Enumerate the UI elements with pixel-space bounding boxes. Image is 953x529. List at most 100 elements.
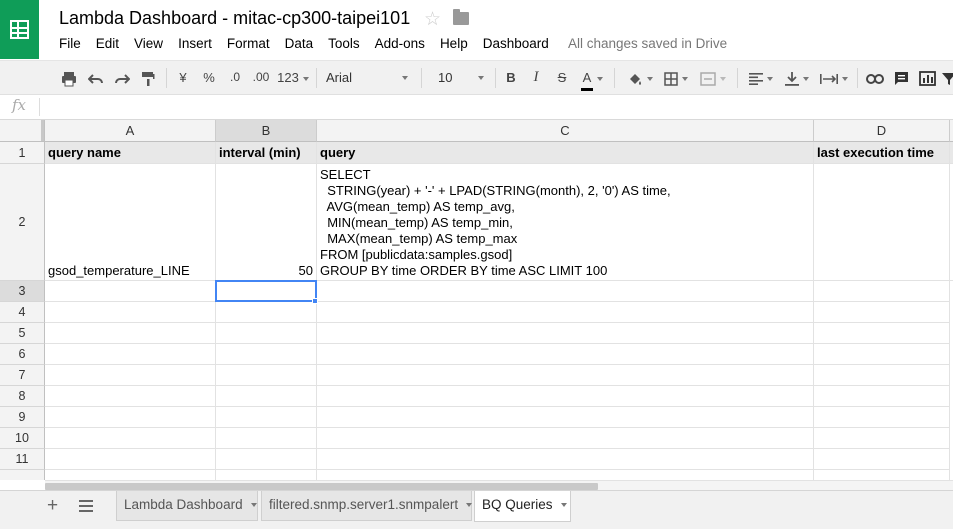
menu-addons[interactable]: Add-ons — [375, 36, 425, 51]
cell-b11[interactable] — [216, 449, 317, 470]
cell-c7[interactable] — [317, 365, 814, 386]
cell-b9[interactable] — [216, 407, 317, 428]
select-all-corner[interactable] — [0, 120, 45, 142]
font-family-dropdown[interactable]: Arial — [326, 61, 412, 94]
menu-help[interactable]: Help — [440, 36, 468, 51]
text-color-button[interactable]: A — [577, 61, 607, 94]
cell-c8[interactable] — [317, 386, 814, 407]
undo-icon[interactable] — [85, 61, 107, 94]
cell-a10[interactable] — [45, 428, 216, 449]
cell-c1[interactable]: query — [317, 142, 814, 164]
column-header-d[interactable]: D — [814, 120, 950, 142]
cell-c9[interactable] — [317, 407, 814, 428]
column-header-b[interactable]: B — [216, 120, 317, 142]
cell-b8[interactable] — [216, 386, 317, 407]
row-header-7[interactable]: 7 — [0, 365, 45, 386]
column-header-a[interactable]: A — [45, 120, 216, 142]
vertical-align-button[interactable] — [781, 61, 813, 94]
text-wrapping-button[interactable] — [816, 61, 852, 94]
cell-d4[interactable] — [814, 302, 950, 323]
cell-c10[interactable] — [317, 428, 814, 449]
chevron-down-icon[interactable] — [560, 503, 567, 508]
menu-data[interactable]: Data — [285, 36, 314, 51]
italic-button[interactable]: I — [527, 61, 545, 94]
cell-d1[interactable]: last execution time — [814, 142, 950, 164]
merge-cells-button[interactable] — [695, 61, 731, 94]
more-formats-dropdown[interactable]: 123 — [276, 61, 310, 94]
cell-d11[interactable] — [814, 449, 950, 470]
percent-button[interactable]: % — [199, 61, 219, 94]
row-header-8[interactable]: 8 — [0, 386, 45, 407]
cell-c2[interactable]: SELECT STRING(year) + '-' + LPAD(STRING(… — [317, 164, 814, 281]
menu-insert[interactable]: Insert — [178, 36, 212, 51]
cell-d10[interactable] — [814, 428, 950, 449]
save-status[interactable]: All changes saved in Drive — [568, 36, 727, 51]
scrollbar-thumb[interactable] — [45, 483, 598, 490]
sheet-tab-filtered-snmp[interactable]: filtered.snmp.server1.snmpalert — [261, 491, 473, 521]
cell-b5[interactable] — [216, 323, 317, 344]
row-header-3[interactable]: 3 — [0, 281, 45, 302]
cell-d3[interactable] — [814, 281, 950, 302]
bold-button[interactable]: B — [502, 61, 520, 94]
row-header-6[interactable]: 6 — [0, 344, 45, 365]
menu-view[interactable]: View — [134, 36, 163, 51]
cell-b2[interactable]: 50 — [216, 164, 317, 281]
row-header-2[interactable]: 2 — [0, 164, 45, 281]
menu-tools[interactable]: Tools — [328, 36, 360, 51]
cell-a5[interactable] — [45, 323, 216, 344]
menu-dashboard[interactable]: Dashboard — [483, 36, 549, 51]
cell-b10[interactable] — [216, 428, 317, 449]
chevron-down-icon[interactable] — [250, 503, 257, 508]
comment-icon[interactable] — [891, 61, 911, 94]
cell-a6[interactable] — [45, 344, 216, 365]
strikethrough-button[interactable]: S — [553, 61, 571, 94]
menu-file[interactable]: File — [59, 36, 81, 51]
document-title[interactable]: Lambda Dashboard - mitac-cp300-taipei101 — [59, 8, 410, 29]
menu-format[interactable]: Format — [227, 36, 270, 51]
cell-d6[interactable] — [814, 344, 950, 365]
cell-c3[interactable] — [317, 281, 814, 302]
print-icon[interactable] — [58, 61, 80, 94]
decrease-decimals-button[interactable]: .0 — [224, 61, 246, 94]
font-size-dropdown[interactable]: 10 — [438, 61, 488, 94]
cell-b1[interactable]: interval (min) — [216, 142, 317, 164]
cell-d2[interactable] — [814, 164, 950, 281]
cell-b12[interactable] — [216, 470, 317, 480]
cell-d5[interactable] — [814, 323, 950, 344]
cell-c4[interactable] — [317, 302, 814, 323]
cell-a1[interactable]: query name — [45, 142, 216, 164]
horizontal-scrollbar[interactable] — [45, 480, 953, 490]
cell-b4[interactable] — [216, 302, 317, 323]
cell-d8[interactable] — [814, 386, 950, 407]
cell-c5[interactable] — [317, 323, 814, 344]
cell-a9[interactable] — [45, 407, 216, 428]
star-icon[interactable]: ☆ — [424, 8, 441, 31]
all-sheets-menu-icon[interactable] — [79, 500, 93, 512]
column-header-c[interactable]: C — [317, 120, 814, 142]
cell-a8[interactable] — [45, 386, 216, 407]
redo-icon[interactable] — [111, 61, 133, 94]
link-icon[interactable] — [864, 61, 886, 94]
cell-d7[interactable] — [814, 365, 950, 386]
cell-b7[interactable] — [216, 365, 317, 386]
row-header-11[interactable]: 11 — [0, 449, 45, 470]
filter-icon[interactable] — [942, 61, 953, 94]
cell-a3[interactable] — [45, 281, 216, 302]
spreadsheet-grid[interactable]: A B C D 1 2 3 4 5 6 7 8 9 10 11 query na… — [0, 120, 953, 480]
row-header-4[interactable]: 4 — [0, 302, 45, 323]
add-sheet-icon[interactable]: + — [47, 495, 58, 517]
menu-edit[interactable]: Edit — [96, 36, 119, 51]
cell-b6[interactable] — [216, 344, 317, 365]
increase-decimals-button[interactable]: .00 — [249, 61, 273, 94]
row-header-12[interactable] — [0, 470, 45, 480]
paint-format-icon[interactable] — [137, 61, 159, 94]
currency-button[interactable]: ¥ — [174, 61, 192, 94]
chevron-down-icon[interactable] — [466, 503, 473, 508]
cell-d9[interactable] — [814, 407, 950, 428]
borders-button[interactable] — [660, 61, 692, 94]
cell-a4[interactable] — [45, 302, 216, 323]
cell-a11[interactable] — [45, 449, 216, 470]
cell-a12[interactable] — [45, 470, 216, 480]
row-header-9[interactable]: 9 — [0, 407, 45, 428]
cell-c11[interactable] — [317, 449, 814, 470]
